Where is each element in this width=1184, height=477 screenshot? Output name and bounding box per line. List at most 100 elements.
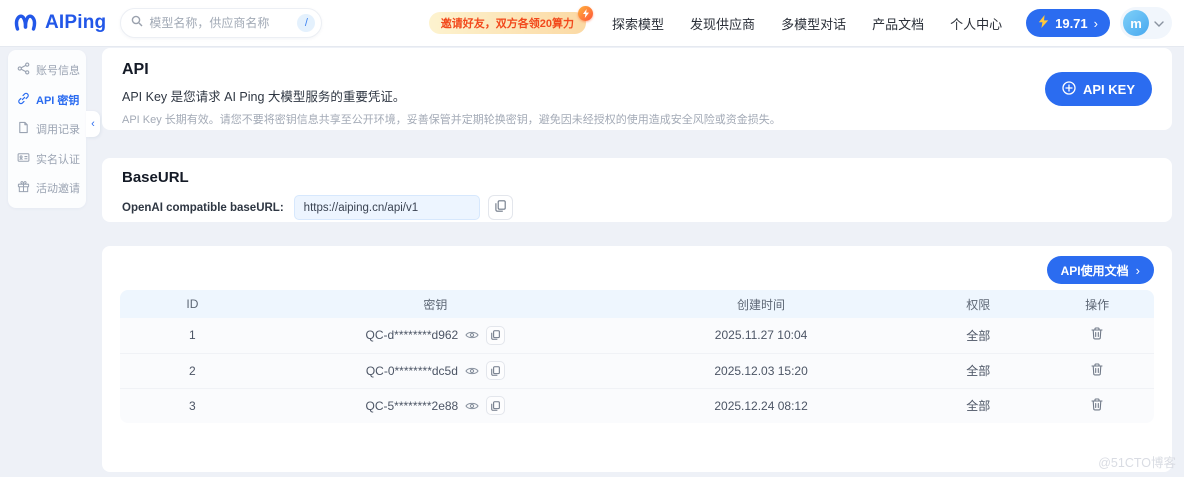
- table-row: 2 QC-0********dc5d 2025.12.03 15:20 全部: [120, 353, 1154, 388]
- app-logo[interactable]: AIPing: [12, 10, 106, 37]
- copy-baseurl-button[interactable]: [487, 195, 513, 220]
- delete-key-button[interactable]: [1089, 325, 1105, 345]
- chevron-right-icon: ›: [1093, 15, 1098, 31]
- eye-icon: [465, 367, 479, 374]
- api-docs-label: API使用文档: [1060, 263, 1129, 278]
- link-icon: [17, 92, 30, 108]
- reveal-key-button[interactable]: [465, 401, 479, 411]
- col-header-actions: 操作: [1085, 297, 1110, 312]
- key-permission: 全部: [966, 364, 991, 378]
- search-input[interactable]: [149, 16, 292, 30]
- chevron-left-icon: ‹: [91, 118, 95, 130]
- chevron-right-icon: ›: [1135, 262, 1140, 278]
- share-nodes-icon: [17, 62, 30, 78]
- eye-icon: [465, 332, 479, 339]
- baseurl-label: OpenAI compatible baseURL:: [122, 201, 284, 214]
- sidebar: 账号信息 API 密钥 调用记录 实名认证 活动邀请: [8, 50, 86, 208]
- document-icon: [17, 121, 30, 137]
- delete-key-button[interactable]: [1089, 396, 1105, 416]
- invite-promo-text: 邀请好友，双方各领20算力: [440, 18, 575, 30]
- api-card-title: API: [122, 61, 149, 78]
- plus-circle-icon: [1062, 80, 1076, 98]
- table-row: 3 QC-5********2e88 2025.12.24 08:12 全部: [120, 388, 1154, 423]
- col-header-permission: 权限: [966, 297, 991, 312]
- api-keys-table: ID 密钥 创建时间 权限 操作 1 QC-d********d962 2025…: [120, 290, 1154, 423]
- copy-icon: [491, 365, 500, 376]
- gift-icon: [17, 180, 30, 196]
- key-cell: QC-0********dc5d: [265, 361, 606, 380]
- api-card-note: API Key 长期有效。请您不要将密钥信息共享至公开环境，妥善保管并定期轮换密…: [122, 114, 781, 126]
- user-menu[interactable]: m: [1120, 7, 1172, 39]
- copy-icon: [495, 200, 506, 215]
- top-navbar: AIPing / 邀请好友，双方各领20算力 探索模型 发现供应商 多模型对话 …: [0, 0, 1184, 46]
- sidebar-item-label: 活动邀请: [36, 183, 80, 195]
- table-row: 1 QC-d********d962 2025.11.27 10:04 全部: [120, 318, 1154, 353]
- col-header-created: 创建时间: [737, 297, 786, 312]
- reveal-key-button[interactable]: [465, 366, 479, 376]
- baseurl-card-title: BaseURL: [122, 169, 189, 186]
- api-keys-card: API使用文档 › ID 密钥 创建时间 权限 操作 1 QC-d*******…: [102, 246, 1172, 472]
- key-created-time: 2025.11.27 10:04: [714, 328, 808, 343]
- sidebar-item-label: API 密钥: [36, 94, 80, 107]
- credits-button[interactable]: 19.71 ›: [1026, 9, 1110, 37]
- credits-value: 19.71: [1055, 15, 1088, 31]
- trash-icon: [1091, 362, 1103, 375]
- masked-key: QC-5********2e88: [365, 398, 459, 413]
- logo-icon: [12, 10, 39, 37]
- create-api-key-label: API KEY: [1082, 81, 1135, 97]
- nav-discover-providers[interactable]: 发现供应商: [690, 14, 755, 33]
- col-header-id: ID: [186, 297, 199, 311]
- sidebar-item-identity-verification[interactable]: 实名认证: [8, 146, 86, 172]
- trash-icon: [1091, 398, 1103, 411]
- key-created-time: 2025.12.03 15:20: [714, 363, 808, 378]
- search-box[interactable]: /: [120, 8, 323, 38]
- api-card-description: API Key 是您请求 AI Ping 大模型服务的重要凭证。: [122, 90, 406, 104]
- bolt-icon: [1038, 15, 1049, 31]
- avatar: m: [1123, 10, 1149, 36]
- delete-key-button[interactable]: [1089, 361, 1105, 381]
- chevron-down-icon: [1154, 14, 1164, 32]
- key-id: 1: [189, 328, 196, 343]
- sidebar-item-api-keys[interactable]: API 密钥: [8, 87, 86, 113]
- search-icon: [131, 14, 143, 32]
- baseurl-row: OpenAI compatible baseURL:: [122, 195, 1152, 220]
- sidebar-item-label: 调用记录: [36, 124, 80, 136]
- sidebar-collapse-button[interactable]: ‹: [86, 111, 100, 137]
- copy-key-button[interactable]: [485, 361, 505, 380]
- masked-key: QC-d********d962: [365, 328, 459, 343]
- copy-key-button[interactable]: [486, 325, 506, 345]
- baseurl-input[interactable]: [293, 195, 480, 220]
- invite-promo-badge[interactable]: 邀请好友，双方各领20算力: [428, 6, 594, 34]
- nav-personal-center[interactable]: 个人中心: [950, 14, 1002, 33]
- create-api-key-button[interactable]: API KEY: [1044, 72, 1152, 106]
- watermark: @51CTO博客: [1098, 456, 1176, 470]
- copy-icon: [491, 400, 501, 411]
- key-id: 2: [189, 363, 196, 378]
- reveal-key-button[interactable]: [465, 330, 479, 340]
- id-card-icon: [17, 151, 30, 167]
- trash-icon: [1091, 327, 1103, 340]
- logo-text: AIPing: [45, 12, 107, 33]
- nav-multi-model-chat[interactable]: 多模型对话: [781, 14, 846, 33]
- copy-key-button[interactable]: [486, 396, 506, 416]
- key-permission: 全部: [966, 399, 991, 414]
- copy-icon: [491, 330, 501, 341]
- nav-explore-models[interactable]: 探索模型: [612, 14, 664, 33]
- api-docs-button[interactable]: API使用文档 ›: [1046, 256, 1154, 284]
- nav-product-docs[interactable]: 产品文档: [872, 14, 924, 33]
- sidebar-item-call-records[interactable]: 调用记录: [8, 116, 86, 142]
- col-header-key: 密钥: [423, 297, 448, 312]
- api-intro-card: API API Key 是您请求 AI Ping 大模型服务的重要凭证。 API…: [102, 48, 1172, 130]
- sidebar-item-account-info[interactable]: 账号信息: [8, 57, 86, 83]
- sidebar-item-activity-invitation[interactable]: 活动邀请: [8, 175, 86, 201]
- masked-key: QC-0********dc5d: [365, 363, 458, 378]
- search-shortcut-badge: /: [297, 14, 316, 32]
- key-cell: QC-d********d962: [265, 325, 606, 345]
- sidebar-item-label: 实名认证: [36, 153, 80, 166]
- baseurl-card: BaseURL OpenAI compatible baseURL:: [102, 158, 1172, 222]
- key-permission: 全部: [966, 328, 991, 343]
- key-cell: QC-5********2e88: [265, 396, 606, 416]
- sidebar-item-label: 账号信息: [36, 65, 80, 77]
- key-id: 3: [189, 398, 196, 413]
- main-nav: 探索模型 发现供应商 多模型对话 产品文档 个人中心: [612, 14, 1002, 33]
